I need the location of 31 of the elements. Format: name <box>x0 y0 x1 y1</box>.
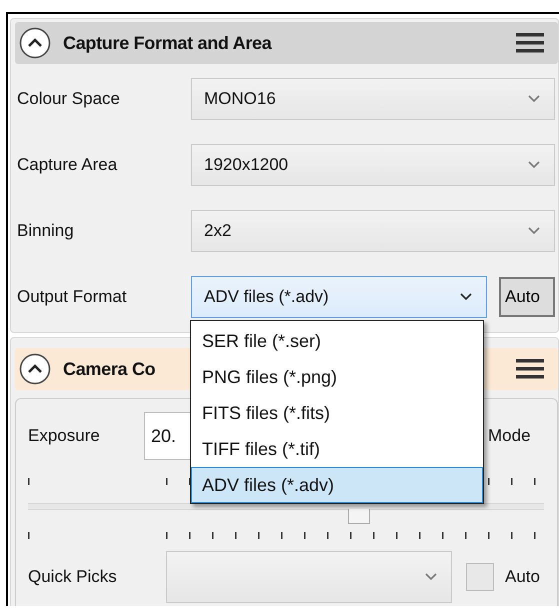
dropdown-option[interactable]: TIFF files (*.tif) <box>191 431 483 467</box>
auto-button[interactable]: Auto <box>499 277 555 317</box>
caret-icon <box>528 227 540 235</box>
combo-box[interactable]: 1920x1200 <box>191 144 555 186</box>
combo-box[interactable]: 2x2 <box>191 210 555 252</box>
caret-icon <box>528 161 540 169</box>
menu-icon[interactable] <box>516 32 544 54</box>
exposure-label: Exposure <box>28 426 101 446</box>
checkbox-label: Auto <box>505 567 540 587</box>
checkbox[interactable] <box>466 563 494 591</box>
dropdown-option[interactable]: FITS files (*.fits) <box>191 395 483 431</box>
field-label: Output Format <box>16 287 128 307</box>
dropdown-option[interactable]: SER file (*.ser) <box>191 323 483 359</box>
field-label: Colour Space <box>16 89 122 109</box>
dropdown-option[interactable]: PNG files (*.png) <box>191 359 483 395</box>
panel-title: Camera Co <box>63 358 156 380</box>
field-label: Capture Area <box>16 155 118 175</box>
combo-box[interactable]: ADV files (*.adv) <box>191 276 487 318</box>
dropdown-option[interactable]: ADV files (*.adv) <box>191 467 483 503</box>
caret-icon <box>528 95 540 103</box>
caret-icon <box>460 293 472 301</box>
field-label: Binning <box>16 221 75 241</box>
slider-thumb[interactable] <box>348 509 370 524</box>
combo-box[interactable]: MONO16 <box>191 78 555 120</box>
panel-title: Capture Format and Area <box>63 32 272 54</box>
collapse-icon[interactable] <box>19 27 51 59</box>
mode-label: Mode <box>488 426 531 446</box>
menu-icon[interactable] <box>516 358 544 380</box>
caret-icon <box>425 573 437 581</box>
quick-picks-label: Quick Picks <box>28 567 118 587</box>
collapse-icon[interactable] <box>19 353 51 385</box>
